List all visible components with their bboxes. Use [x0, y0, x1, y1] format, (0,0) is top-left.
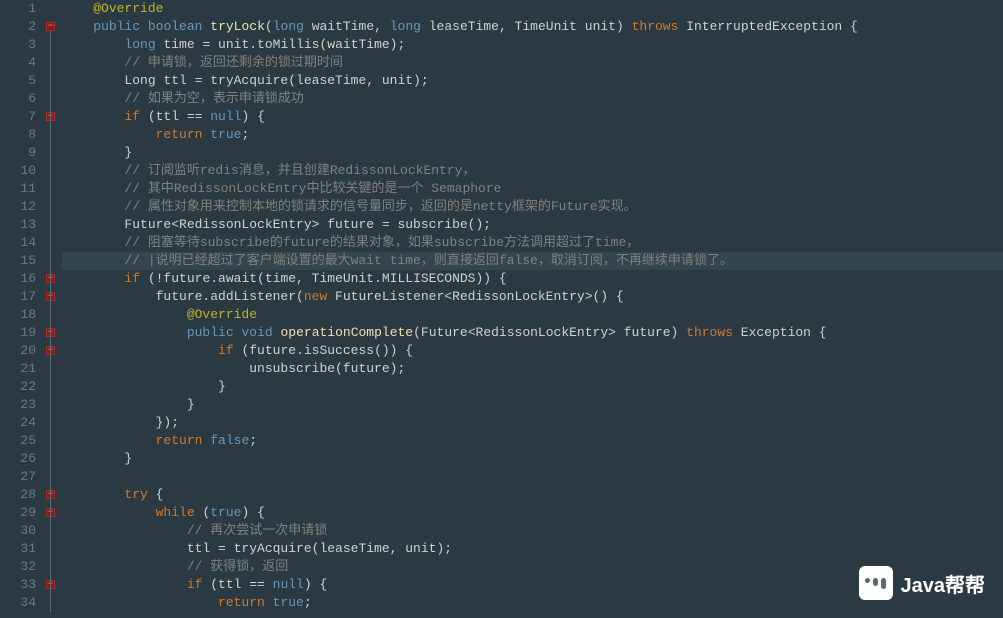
code-line[interactable]: future.addListener(new FutureListener<Re… — [62, 288, 1003, 306]
watermark-label: Java帮帮 — [901, 569, 986, 598]
line-number: 6 — [0, 90, 36, 108]
fold-toggle-icon[interactable] — [46, 22, 55, 31]
line-number: 34 — [0, 594, 36, 612]
code-line[interactable]: @Override — [62, 306, 1003, 324]
wechat-icon — [859, 566, 893, 600]
line-number: 3 — [0, 36, 36, 54]
line-number: 26 — [0, 450, 36, 468]
line-number: 10 — [0, 162, 36, 180]
line-number: 28 — [0, 486, 36, 504]
line-number: 29 — [0, 504, 36, 522]
code-line[interactable]: Future<RedissonLockEntry> future = subsc… — [62, 216, 1003, 234]
line-number: 33 — [0, 576, 36, 594]
code-line[interactable] — [62, 468, 1003, 486]
line-number: 11 — [0, 180, 36, 198]
code-line[interactable]: } — [62, 450, 1003, 468]
code-line[interactable]: if (!future.await(time, TimeUnit.MILLISE… — [62, 270, 1003, 288]
code-line[interactable]: // 再次尝试一次申请锁 — [62, 522, 1003, 540]
line-number: 23 — [0, 396, 36, 414]
code-line[interactable]: public void operationComplete(Future<Red… — [62, 324, 1003, 342]
line-number: 14 — [0, 234, 36, 252]
code-line[interactable]: // 如果为空，表示申请锁成功 — [62, 90, 1003, 108]
line-number: 4 — [0, 54, 36, 72]
line-number: 13 — [0, 216, 36, 234]
line-number: 8 — [0, 126, 36, 144]
line-number: 24 — [0, 414, 36, 432]
code-line[interactable]: return true; — [62, 126, 1003, 144]
code-line[interactable]: } — [62, 396, 1003, 414]
code-area[interactable]: @Override public boolean tryLock(long wa… — [58, 0, 1003, 618]
code-line[interactable]: }); — [62, 414, 1003, 432]
fold-column[interactable] — [44, 0, 58, 618]
line-number: 27 — [0, 468, 36, 486]
line-number: 18 — [0, 306, 36, 324]
code-line[interactable]: // 阻塞等待subscribe的future的结果对象，如果subscribe… — [62, 234, 1003, 252]
line-number: 2 — [0, 18, 36, 36]
line-number: 21 — [0, 360, 36, 378]
code-line[interactable]: } — [62, 378, 1003, 396]
line-number: 12 — [0, 198, 36, 216]
code-line[interactable]: // 属性对象用来控制本地的锁请求的信号量同步，返回的是netty框架的Futu… — [62, 198, 1003, 216]
line-number: 30 — [0, 522, 36, 540]
line-number: 22 — [0, 378, 36, 396]
code-line[interactable]: public boolean tryLock(long waitTime, lo… — [62, 18, 1003, 36]
code-line[interactable]: unsubscribe(future); — [62, 360, 1003, 378]
line-number: 5 — [0, 72, 36, 90]
code-line[interactable]: // 其中RedissonLockEntry中比较关键的是一个 Semaphor… — [62, 180, 1003, 198]
line-number: 31 — [0, 540, 36, 558]
line-number: 19 — [0, 324, 36, 342]
code-line[interactable]: Long ttl = tryAcquire(leaseTime, unit); — [62, 72, 1003, 90]
code-line[interactable]: long time = unit.toMillis(waitTime); — [62, 36, 1003, 54]
line-number: 7 — [0, 108, 36, 126]
code-line[interactable]: ttl = tryAcquire(leaseTime, unit); — [62, 540, 1003, 558]
code-line[interactable]: // 订阅监听redis消息，并且创建RedissonLockEntry， — [62, 162, 1003, 180]
code-line[interactable]: @Override — [62, 0, 1003, 18]
code-line[interactable]: if (future.isSuccess()) { — [62, 342, 1003, 360]
code-line[interactable]: if (ttl == null) { — [62, 108, 1003, 126]
code-line[interactable]: // 申请锁，返回还剩余的锁过期时间 — [62, 54, 1003, 72]
line-number: 25 — [0, 432, 36, 450]
watermark: Java帮帮 — [859, 566, 986, 600]
line-number: 1 — [0, 0, 36, 18]
code-line[interactable]: // |说明已经超过了客户端设置的最大wait time，则直接返回false，… — [62, 252, 1003, 270]
line-number: 15 — [0, 252, 36, 270]
line-number-gutter: 1234567891011121314151617181920212223242… — [0, 0, 44, 618]
line-number: 17 — [0, 288, 36, 306]
line-number: 32 — [0, 558, 36, 576]
line-number: 9 — [0, 144, 36, 162]
code-line[interactable]: try { — [62, 486, 1003, 504]
code-line[interactable]: return false; — [62, 432, 1003, 450]
code-editor[interactable]: 1234567891011121314151617181920212223242… — [0, 0, 1003, 618]
line-number: 16 — [0, 270, 36, 288]
code-line[interactable]: while (true) { — [62, 504, 1003, 522]
code-line[interactable]: } — [62, 144, 1003, 162]
line-number: 20 — [0, 342, 36, 360]
